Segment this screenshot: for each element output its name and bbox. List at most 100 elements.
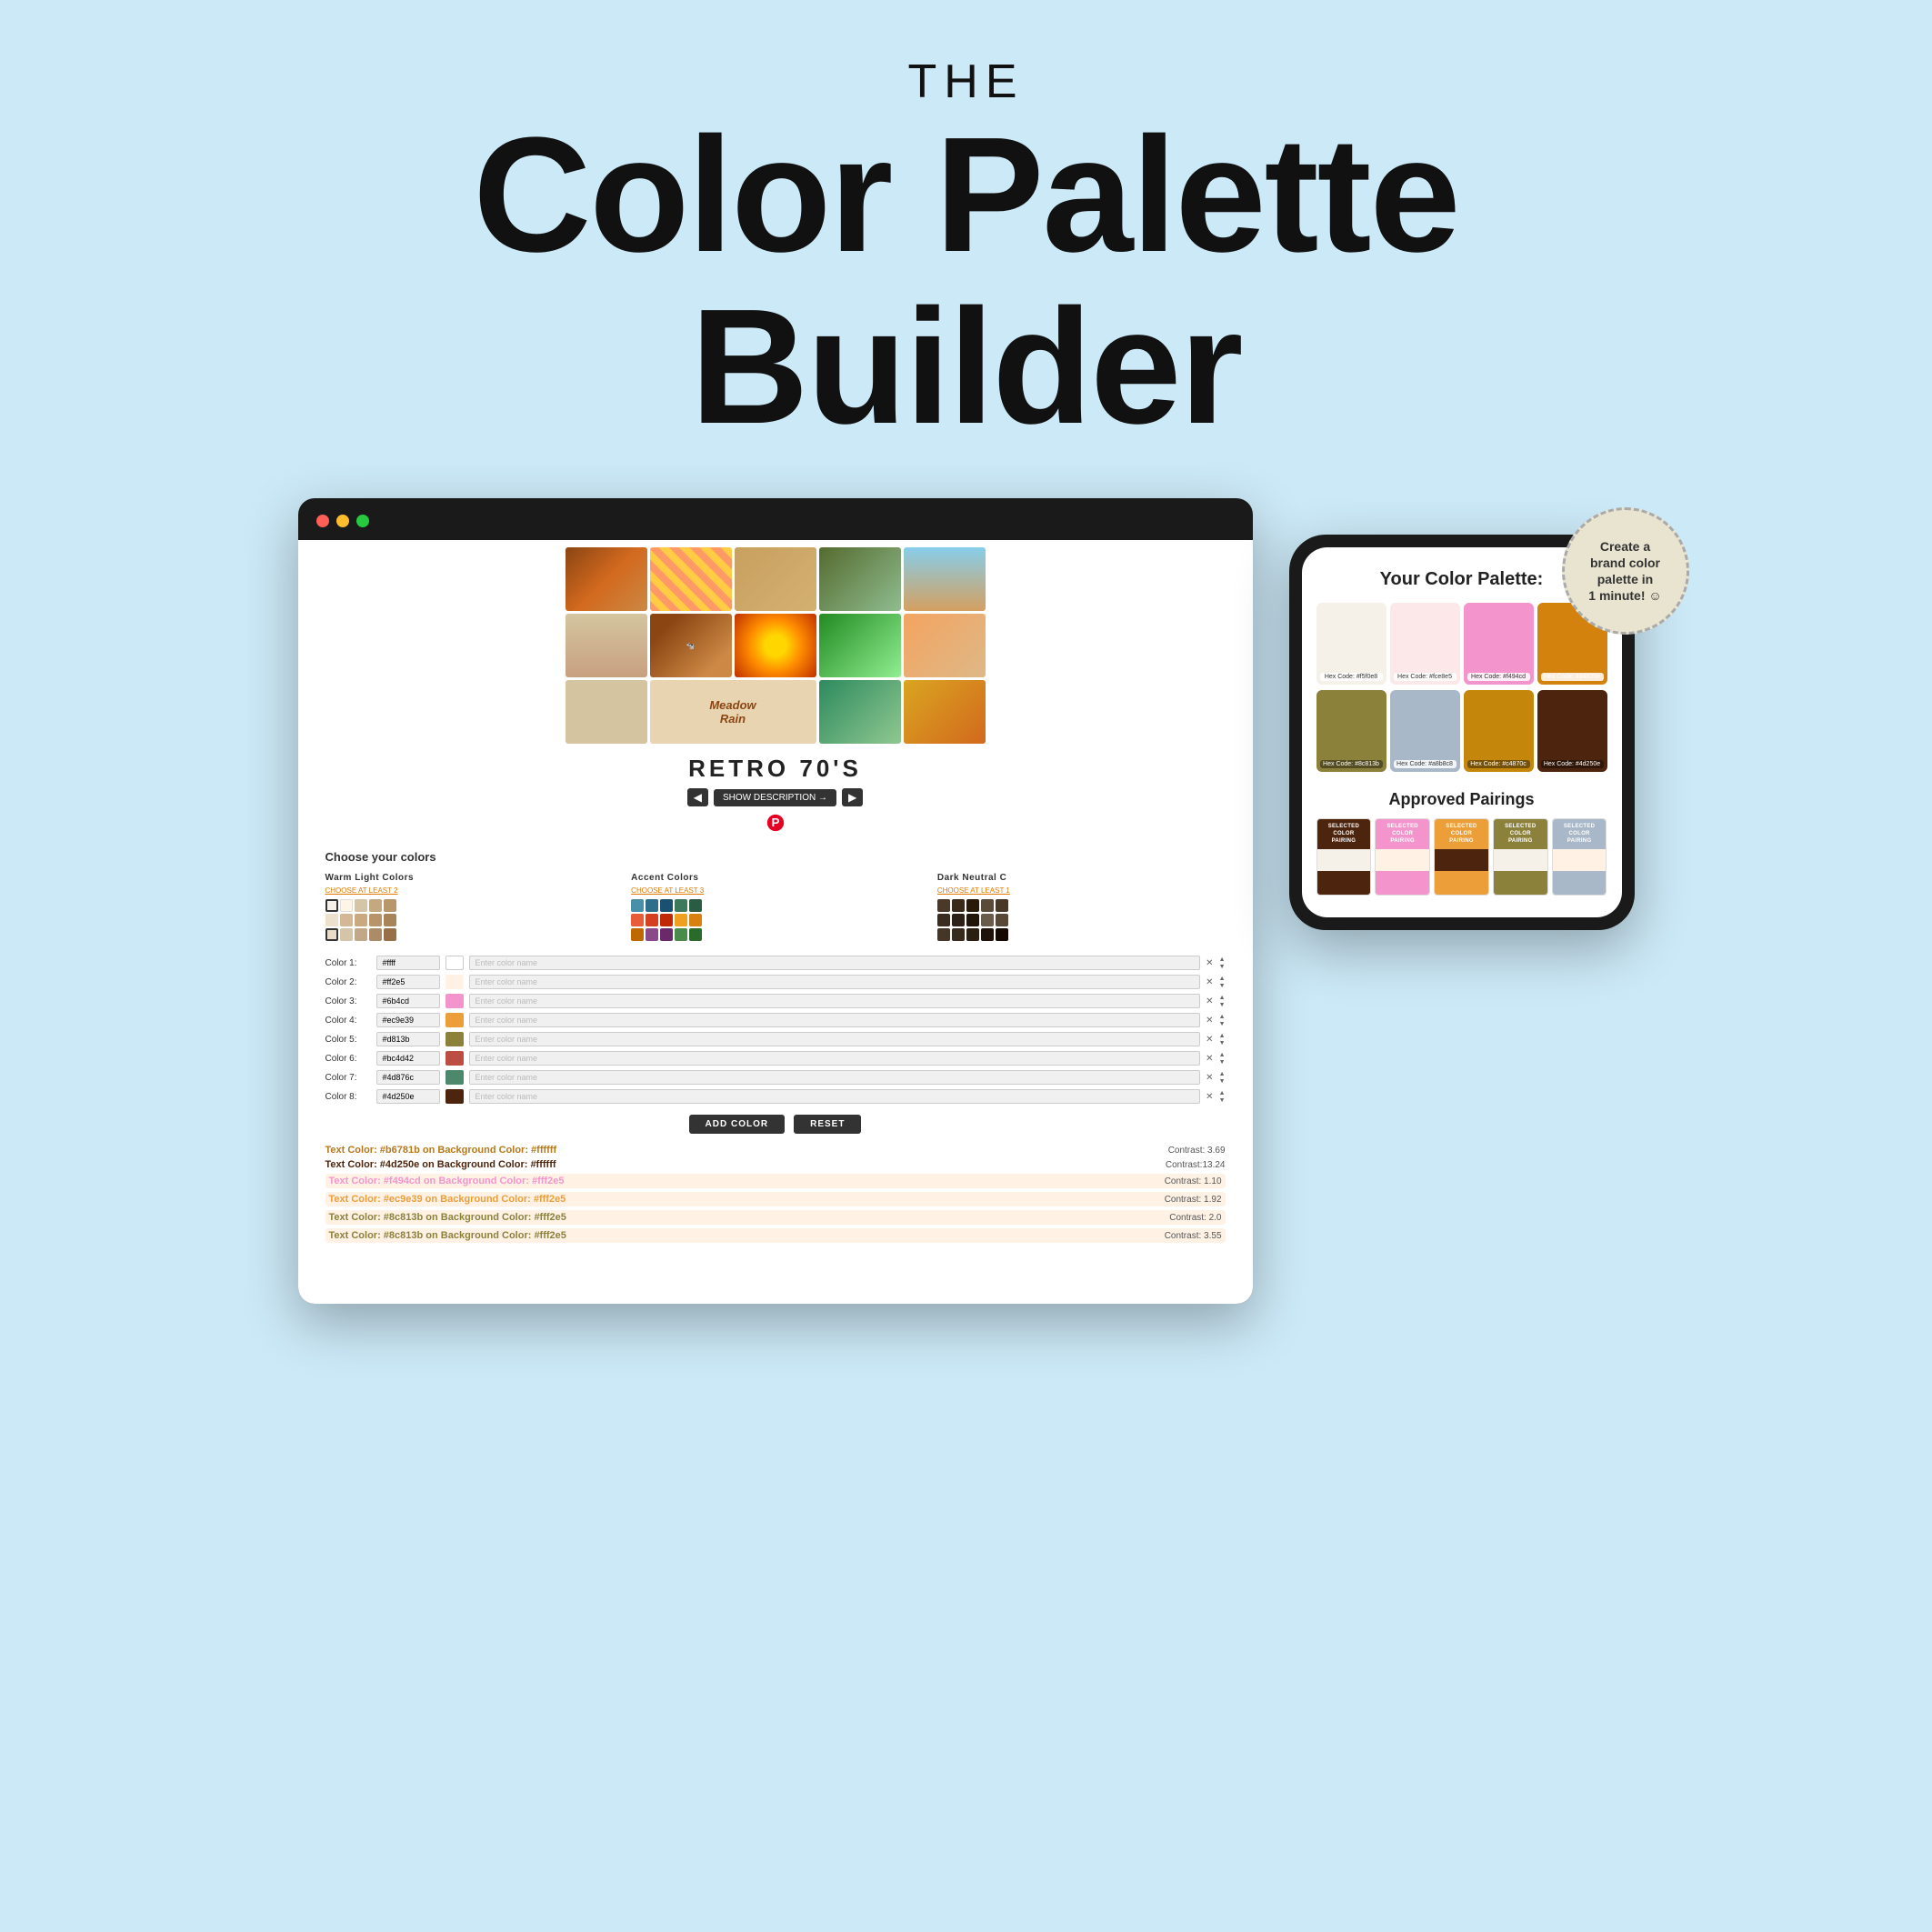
pairing-header-1: SELECTEDCOLORPAIRING xyxy=(1317,819,1371,849)
swatch-wheat[interactable] xyxy=(340,914,353,926)
cr-hex-8[interactable]: #4d250e xyxy=(376,1089,440,1104)
prev-arrow[interactable]: ◀ xyxy=(687,788,708,806)
swatch-w4[interactable] xyxy=(369,928,382,941)
cr-down-4[interactable]: ▼ xyxy=(1219,1021,1226,1027)
swatch-a14[interactable] xyxy=(675,928,687,941)
swatch-w3[interactable] xyxy=(355,928,367,941)
swatch-d10[interactable] xyxy=(996,914,1008,926)
swatch-d13[interactable] xyxy=(966,928,979,941)
swatch-d11[interactable] xyxy=(937,928,950,941)
swatch-d15[interactable] xyxy=(996,928,1008,941)
swatch-d4[interactable] xyxy=(981,899,994,912)
swatch-a2[interactable] xyxy=(646,899,658,912)
cr-up-5[interactable]: ▲ xyxy=(1219,1033,1226,1039)
swatch-d9[interactable] xyxy=(981,914,994,926)
cr-name-2[interactable]: Enter color name xyxy=(469,975,1201,989)
cr-name-6[interactable]: Enter color name xyxy=(469,1051,1201,1066)
reset-btn[interactable]: RESET xyxy=(794,1115,861,1134)
cr-down-2[interactable]: ▼ xyxy=(1219,983,1226,989)
pinterest-icon[interactable]: P xyxy=(298,814,1253,837)
cr-x-3[interactable]: ✕ xyxy=(1206,996,1213,1006)
swatch-linen[interactable] xyxy=(325,914,338,926)
cr-up-6[interactable]: ▲ xyxy=(1219,1052,1226,1058)
cr-up-1[interactable]: ▲ xyxy=(1219,956,1226,963)
swatch-d2[interactable] xyxy=(952,899,965,912)
pairing-body-bot-3 xyxy=(1435,871,1488,895)
cr-x-5[interactable]: ✕ xyxy=(1206,1035,1213,1045)
swatch-a9[interactable] xyxy=(675,914,687,926)
cr-up-7[interactable]: ▲ xyxy=(1219,1071,1226,1077)
swatch-d14[interactable] xyxy=(981,928,994,941)
swatch-tan1[interactable] xyxy=(355,899,367,912)
swatch-sand[interactable] xyxy=(355,914,367,926)
swatch-d6[interactable] xyxy=(937,914,950,926)
swatch-d3[interactable] xyxy=(966,899,979,912)
pairing-card-1[interactable]: SELECTEDCOLORPAIRING xyxy=(1316,818,1372,896)
mb-cell-meadow: Meadow Rain xyxy=(650,680,816,744)
swatch-a11[interactable] xyxy=(631,928,644,941)
pairing-card-2[interactable]: SELECTEDCOLORPAIRING xyxy=(1375,818,1430,896)
swatch-d7[interactable] xyxy=(952,914,965,926)
cr-down-3[interactable]: ▼ xyxy=(1219,1002,1226,1008)
cr-up-4[interactable]: ▲ xyxy=(1219,1014,1226,1020)
swatch-a8[interactable] xyxy=(660,914,673,926)
swatch-d5[interactable] xyxy=(996,899,1008,912)
cr-name-1[interactable]: Enter color name xyxy=(469,956,1201,970)
show-description-btn[interactable]: SHOW DESCRIPTION → xyxy=(714,789,836,806)
swatch-a3[interactable] xyxy=(660,899,673,912)
swatch-d8[interactable] xyxy=(966,914,979,926)
next-arrow[interactable]: ▶ xyxy=(842,788,863,806)
swatch-a10[interactable] xyxy=(689,914,702,926)
cr-x-6[interactable]: ✕ xyxy=(1206,1054,1213,1064)
swatch-khaki[interactable] xyxy=(384,914,396,926)
cr-up-8[interactable]: ▲ xyxy=(1219,1090,1226,1096)
cr-hex-2[interactable]: #ff2e5 xyxy=(376,975,440,989)
cr-name-7[interactable]: Enter color name xyxy=(469,1070,1201,1085)
pairing-card-5[interactable]: SELECTEDCOLORPAIRING xyxy=(1552,818,1607,896)
swatch-a5[interactable] xyxy=(689,899,702,912)
swatch-tan2[interactable] xyxy=(369,899,382,912)
cr-name-8[interactable]: Enter color name xyxy=(469,1089,1201,1104)
cr-hex-5[interactable]: #d813b xyxy=(376,1032,440,1046)
cr-hex-4[interactable]: #ec9e39 xyxy=(376,1013,440,1027)
pairing-card-4[interactable]: SELECTEDCOLORPAIRING xyxy=(1493,818,1548,896)
swatch-a1[interactable] xyxy=(631,899,644,912)
swatch-d12[interactable] xyxy=(952,928,965,941)
cr-up-3[interactable]: ▲ xyxy=(1219,995,1226,1001)
cr-hex-6[interactable]: #bc4d42 xyxy=(376,1051,440,1066)
cr-x-1[interactable]: ✕ xyxy=(1206,958,1213,968)
swatch-a6[interactable] xyxy=(631,914,644,926)
add-color-btn[interactable]: ADD COLOR xyxy=(689,1115,786,1134)
cr-hex-1[interactable]: #ffff xyxy=(376,956,440,970)
swatch-a15[interactable] xyxy=(689,928,702,941)
pairing-card-3[interactable]: SELECTEDCOLORPAIRING xyxy=(1434,818,1489,896)
swatch-w1[interactable] xyxy=(325,928,338,941)
swatch-w2[interactable] xyxy=(340,928,353,941)
cr-down-1[interactable]: ▼ xyxy=(1219,964,1226,970)
palette-swatch-bot-1: Hex Code: #8c813b xyxy=(1316,690,1386,772)
swatch-a4[interactable] xyxy=(675,899,687,912)
cr-down-6[interactable]: ▼ xyxy=(1219,1059,1226,1066)
cr-hex-7[interactable]: #4d876c xyxy=(376,1070,440,1085)
cr-x-7[interactable]: ✕ xyxy=(1206,1073,1213,1083)
swatch-a7[interactable] xyxy=(646,914,658,926)
swatch-tan3[interactable] xyxy=(384,899,396,912)
cr-x-2[interactable]: ✕ xyxy=(1206,977,1213,987)
cr-down-5[interactable]: ▼ xyxy=(1219,1040,1226,1046)
cr-x-8[interactable]: ✕ xyxy=(1206,1092,1213,1102)
cr-hex-3[interactable]: #6b4cd xyxy=(376,994,440,1008)
cr-name-3[interactable]: Enter color name xyxy=(469,994,1201,1008)
cr-x-4[interactable]: ✕ xyxy=(1206,1016,1213,1026)
cr-name-4[interactable]: Enter color name xyxy=(469,1013,1201,1027)
cr-up-2[interactable]: ▲ xyxy=(1219,976,1226,982)
cr-down-7[interactable]: ▼ xyxy=(1219,1078,1226,1085)
swatch-beige[interactable] xyxy=(325,899,338,912)
swatch-cream[interactable] xyxy=(340,899,353,912)
swatch-camel[interactable] xyxy=(369,914,382,926)
cr-down-8[interactable]: ▼ xyxy=(1219,1097,1226,1104)
cr-name-5[interactable]: Enter color name xyxy=(469,1032,1201,1046)
swatch-a13[interactable] xyxy=(660,928,673,941)
swatch-w5[interactable] xyxy=(384,928,396,941)
swatch-a12[interactable] xyxy=(646,928,658,941)
swatch-d1[interactable] xyxy=(937,899,950,912)
